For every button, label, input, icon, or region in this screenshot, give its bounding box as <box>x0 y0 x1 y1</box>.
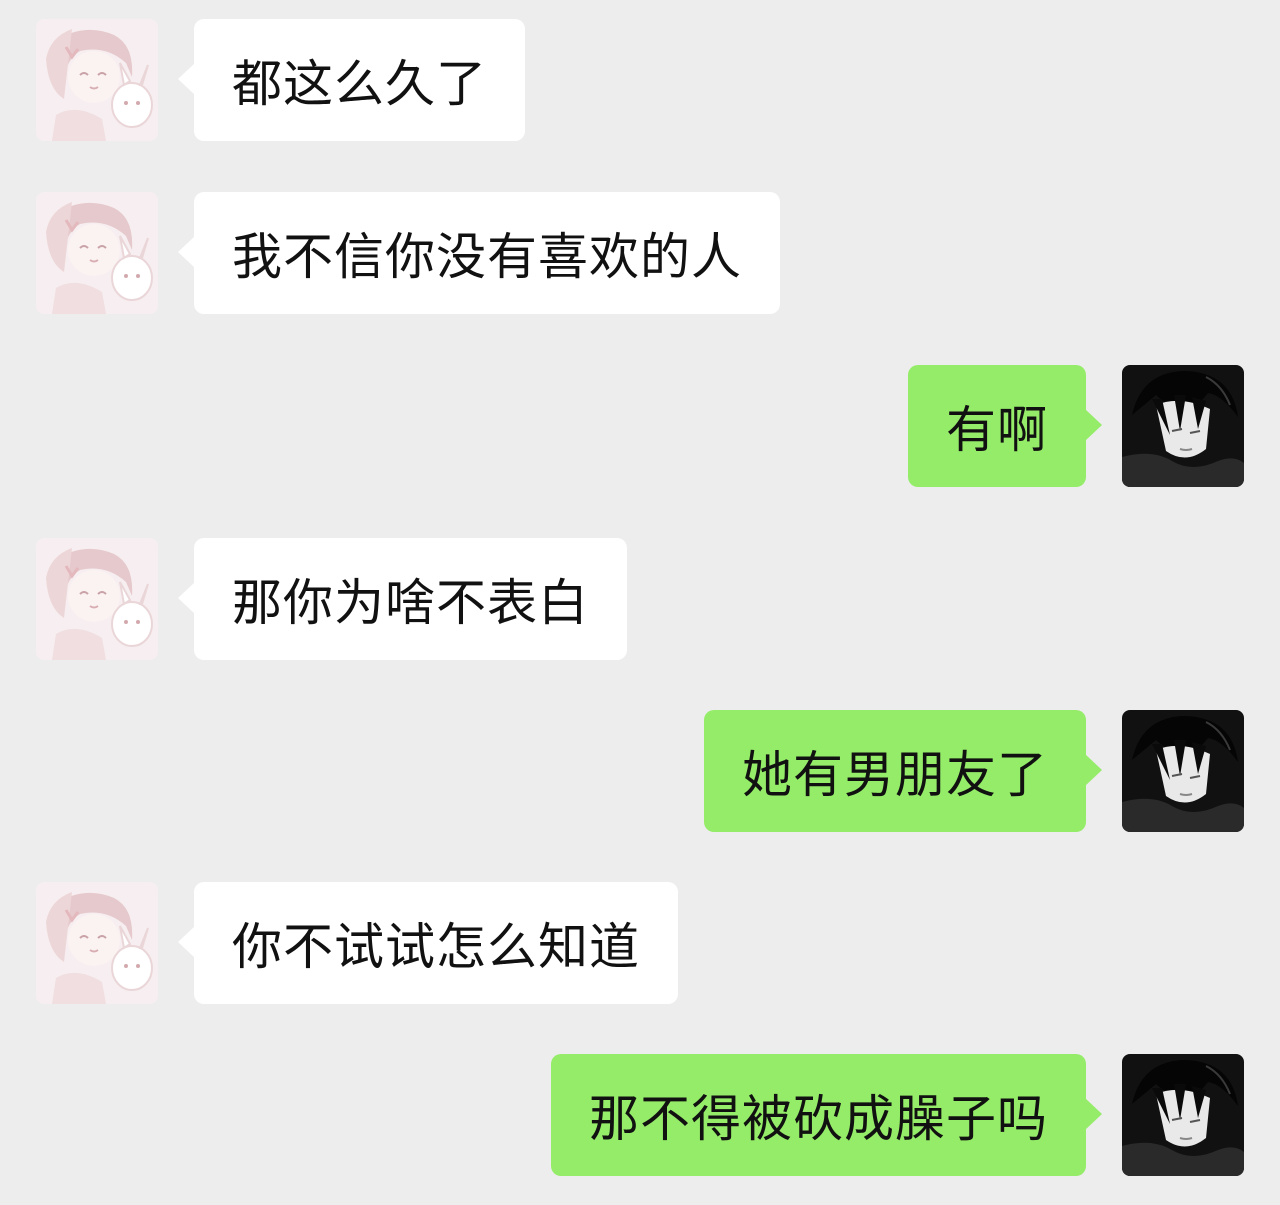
message-text: 我不信你没有喜欢的人 <box>232 228 742 286</box>
incoming-message-bubble[interactable]: 那你为啥不表白 <box>178 538 627 660</box>
dark-hair-boy-avatar-icon <box>1122 710 1244 832</box>
message-text: 有啊 <box>946 401 1048 459</box>
message-row-incoming: 我不信你没有喜欢的人 <box>0 192 1280 316</box>
message-text: 她有男朋友了 <box>742 746 1048 804</box>
anime-girl-avatar-icon <box>36 19 158 141</box>
anime-girl-avatar-icon <box>36 538 158 660</box>
dark-hair-boy-avatar-icon <box>1122 1054 1244 1176</box>
incoming-message-bubble[interactable]: 我不信你没有喜欢的人 <box>178 192 780 314</box>
incoming-message-bubble[interactable]: 你不试试怎么知道 <box>178 882 678 1004</box>
contact-avatar[interactable] <box>36 882 158 1004</box>
outgoing-message-bubble[interactable]: 她有男朋友了 <box>704 710 1102 832</box>
message-row-outgoing: 她有男朋友了 <box>0 710 1280 834</box>
anime-girl-avatar-icon <box>36 882 158 1004</box>
message-row-incoming: 都这么久了 <box>0 19 1280 143</box>
self-avatar[interactable] <box>1122 710 1244 832</box>
message-row-incoming: 那你为啥不表白 <box>0 538 1280 662</box>
message-text: 都这么久了 <box>232 55 487 113</box>
self-avatar[interactable] <box>1122 365 1244 487</box>
dark-hair-boy-avatar-icon <box>1122 365 1244 487</box>
incoming-message-bubble[interactable]: 都这么久了 <box>178 19 525 141</box>
message-text: 那你为啥不表白 <box>232 574 589 632</box>
message-text: 那不得被砍成臊子吗 <box>589 1090 1048 1148</box>
outgoing-message-bubble[interactable]: 有啊 <box>908 365 1102 487</box>
message-row-outgoing: 有啊 <box>0 365 1280 489</box>
contact-avatar[interactable] <box>36 19 158 141</box>
anime-girl-avatar-icon <box>36 192 158 314</box>
message-text: 你不试试怎么知道 <box>232 918 640 976</box>
chat-window: 都这么久了 我不信你没有喜欢的人 有啊 那你为啥不表白 她有男朋友了 你不试试怎… <box>0 0 1280 1205</box>
outgoing-message-bubble[interactable]: 那不得被砍成臊子吗 <box>551 1054 1102 1176</box>
contact-avatar[interactable] <box>36 192 158 314</box>
contact-avatar[interactable] <box>36 538 158 660</box>
message-row-outgoing: 那不得被砍成臊子吗 <box>0 1054 1280 1178</box>
message-row-incoming: 你不试试怎么知道 <box>0 882 1280 1006</box>
self-avatar[interactable] <box>1122 1054 1244 1176</box>
